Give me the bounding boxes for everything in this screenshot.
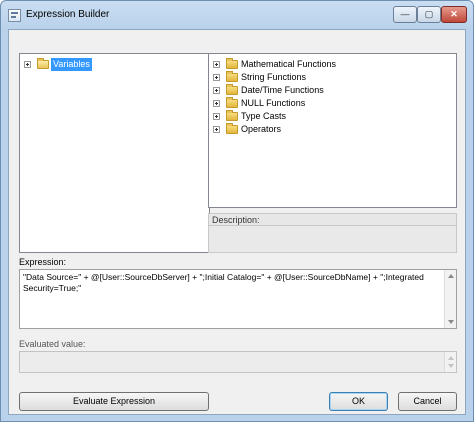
tree-item-label: Mathematical Functions xyxy=(241,59,337,69)
expression-builder-window: Expression Builder — ▢ ✕ Variables Mathe… xyxy=(0,0,474,422)
tree-item-label: String Functions xyxy=(241,72,307,82)
evaluated-value-scrollbar xyxy=(444,352,456,372)
tree-item-label: NULL Functions xyxy=(241,98,306,108)
evaluated-value-box xyxy=(19,351,457,373)
variables-tree-panel[interactable]: Variables xyxy=(19,53,210,253)
window-app-icon xyxy=(8,9,21,22)
tree-item-label: Operators xyxy=(241,124,282,134)
maximize-button[interactable]: ▢ xyxy=(417,6,441,23)
expand-icon[interactable] xyxy=(213,100,220,107)
expand-icon[interactable] xyxy=(213,61,220,68)
expression-scrollbar[interactable] xyxy=(444,270,456,328)
tree-item-label: Variables xyxy=(51,58,92,71)
cancel-button[interactable]: Cancel xyxy=(398,392,457,411)
folder-icon xyxy=(226,110,238,121)
folder-icon xyxy=(226,97,238,108)
dialog-client-area: Variables Mathematical Functions String … xyxy=(8,29,466,415)
tree-item-label: Date/Time Functions xyxy=(241,85,324,95)
close-button[interactable]: ✕ xyxy=(441,6,467,23)
scroll-up-icon[interactable] xyxy=(448,274,454,278)
ok-button[interactable]: OK xyxy=(329,392,388,411)
folder-icon xyxy=(226,84,238,95)
folder-open-icon xyxy=(37,58,49,69)
description-box xyxy=(208,225,457,253)
expression-label: Expression: xyxy=(19,257,67,267)
expand-icon[interactable] xyxy=(24,61,31,68)
expand-icon[interactable] xyxy=(213,126,220,133)
title-bar[interactable]: Expression Builder — ▢ ✕ xyxy=(1,1,473,29)
expression-text: "Data Source=" + @[User::SourceDbServer]… xyxy=(23,272,424,293)
folder-icon xyxy=(226,58,238,69)
functions-tree-panel[interactable]: Mathematical Functions String Functions … xyxy=(208,53,457,208)
minimize-button[interactable]: — xyxy=(393,6,417,23)
tree-item-label: Type Casts xyxy=(241,111,287,121)
scroll-up-icon xyxy=(448,356,454,360)
scroll-down-icon xyxy=(448,364,454,368)
expand-icon[interactable] xyxy=(213,113,220,120)
evaluated-value-label: Evaluated value: xyxy=(19,339,86,349)
expand-icon[interactable] xyxy=(213,74,220,81)
expand-icon[interactable] xyxy=(213,87,220,94)
description-label: Description: xyxy=(208,213,457,225)
expression-textarea[interactable]: "Data Source=" + @[User::SourceDbServer]… xyxy=(19,269,457,329)
folder-icon xyxy=(226,123,238,134)
folder-icon xyxy=(226,71,238,82)
evaluate-expression-button[interactable]: Evaluate Expression xyxy=(19,392,209,411)
scroll-down-icon[interactable] xyxy=(448,320,454,324)
window-title: Expression Builder xyxy=(26,9,110,20)
